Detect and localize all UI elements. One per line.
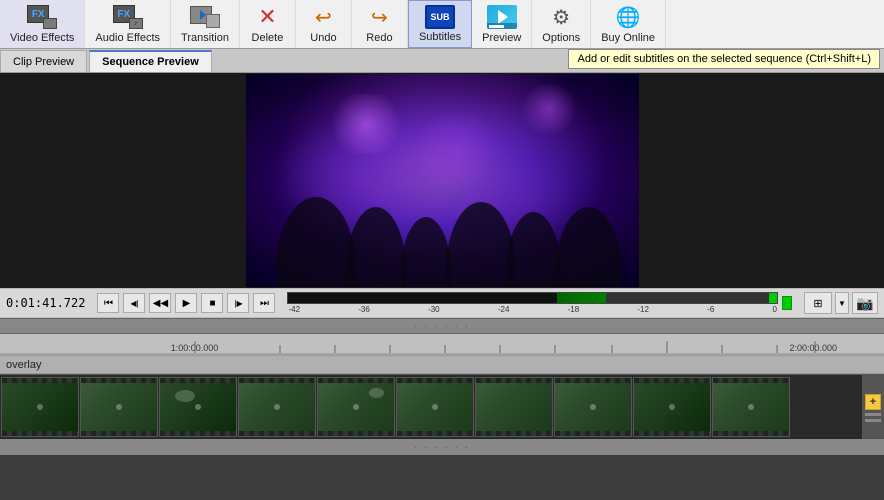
rewind-button[interactable]: ◀◀	[149, 293, 171, 313]
next-frame-button[interactable]: |▶	[227, 293, 249, 313]
redo-icon: ↪	[363, 4, 395, 30]
subtitles-button[interactable]: SUB Subtitles	[408, 0, 472, 48]
film-thumb	[554, 377, 632, 437]
buy-online-icon: 🌐	[612, 4, 644, 30]
film-thumb	[1, 377, 79, 437]
transport-bar: 0:01:41.722 ⏮ ◀| ◀◀ ▶ ■ |▶ ⏭ -42	[0, 288, 884, 318]
scroll-dots: · · · · · ·	[414, 321, 470, 332]
audio-effects-icon: FX ♪	[112, 4, 144, 30]
snapshot-button[interactable]: 📷	[852, 292, 878, 314]
toolbar: FX Video Effects FX ♪ Audio Effects	[0, 0, 884, 49]
film-thumb	[633, 377, 711, 437]
film-track: +	[0, 374, 884, 439]
timeline-ruler: 1:00:00.000 2:00:00.000 // draw tick mar…	[0, 334, 884, 356]
delete-button[interactable]: ✕ Delete	[240, 0, 296, 48]
track-edit-button-area: +	[862, 375, 884, 439]
view-controls: ⊞ ▼ 📷	[804, 292, 878, 314]
options-icon: ⚙	[545, 4, 577, 30]
undo-icon: ↩	[307, 4, 339, 30]
bottom-scroll-dots: · · · · · ·	[414, 442, 470, 453]
track-add-button[interactable]: +	[865, 394, 881, 410]
undo-button[interactable]: ↩ Undo	[296, 0, 352, 48]
stop-button[interactable]: ■	[201, 293, 223, 313]
redo-button[interactable]: ↪ Redo	[352, 0, 408, 48]
go-start-button[interactable]: ⏮	[97, 293, 119, 313]
track-label-row: overlay	[0, 356, 884, 374]
preview-area	[0, 73, 884, 288]
film-thumb	[712, 377, 790, 437]
film-thumb	[317, 377, 395, 437]
transition-icon	[189, 4, 221, 30]
video-preview	[246, 74, 639, 287]
film-thumb	[159, 377, 237, 437]
tab-sequence-preview[interactable]: Sequence Preview	[89, 50, 212, 72]
subtitles-icon: SUB	[424, 5, 456, 29]
film-thumb	[475, 377, 553, 437]
film-thumb	[396, 377, 474, 437]
options-button[interactable]: ⚙ Options	[532, 0, 591, 48]
tab-clip-preview[interactable]: Clip Preview	[0, 50, 87, 72]
view-dropdown-button[interactable]: ▼	[835, 292, 849, 314]
go-end-button[interactable]: ⏭	[253, 293, 275, 313]
video-effects-button[interactable]: FX Video Effects	[0, 0, 85, 48]
timecode-display: 0:01:41.722	[6, 296, 85, 310]
film-thumb	[80, 377, 158, 437]
preview-button[interactable]: Preview	[472, 0, 532, 48]
transition-button[interactable]: Transition	[171, 0, 240, 48]
meter-level-indicator	[782, 296, 792, 310]
preview-icon	[486, 4, 518, 30]
audio-meter: -42 -36 -30 -24 -18 -12 -6 0	[287, 292, 792, 314]
prev-frame-button[interactable]: ◀|	[123, 293, 145, 313]
play-button[interactable]: ▶	[175, 293, 197, 313]
subtitles-tooltip: Add or edit subtitles on the selected se…	[568, 49, 880, 69]
track-view-button[interactable]: ⊞	[804, 292, 832, 314]
film-thumb	[238, 377, 316, 437]
ruler-tick-marks	[0, 334, 884, 355]
buy-online-button[interactable]: 🌐 Buy Online	[591, 0, 666, 48]
bottom-scroll-strip[interactable]: · · · · · ·	[0, 439, 884, 455]
video-effects-icon: FX	[26, 4, 58, 30]
horizontal-scroll-strip[interactable]: · · · · · ·	[0, 318, 884, 334]
delete-icon: ✕	[251, 4, 283, 30]
audio-effects-button[interactable]: FX ♪ Audio Effects	[85, 0, 171, 48]
